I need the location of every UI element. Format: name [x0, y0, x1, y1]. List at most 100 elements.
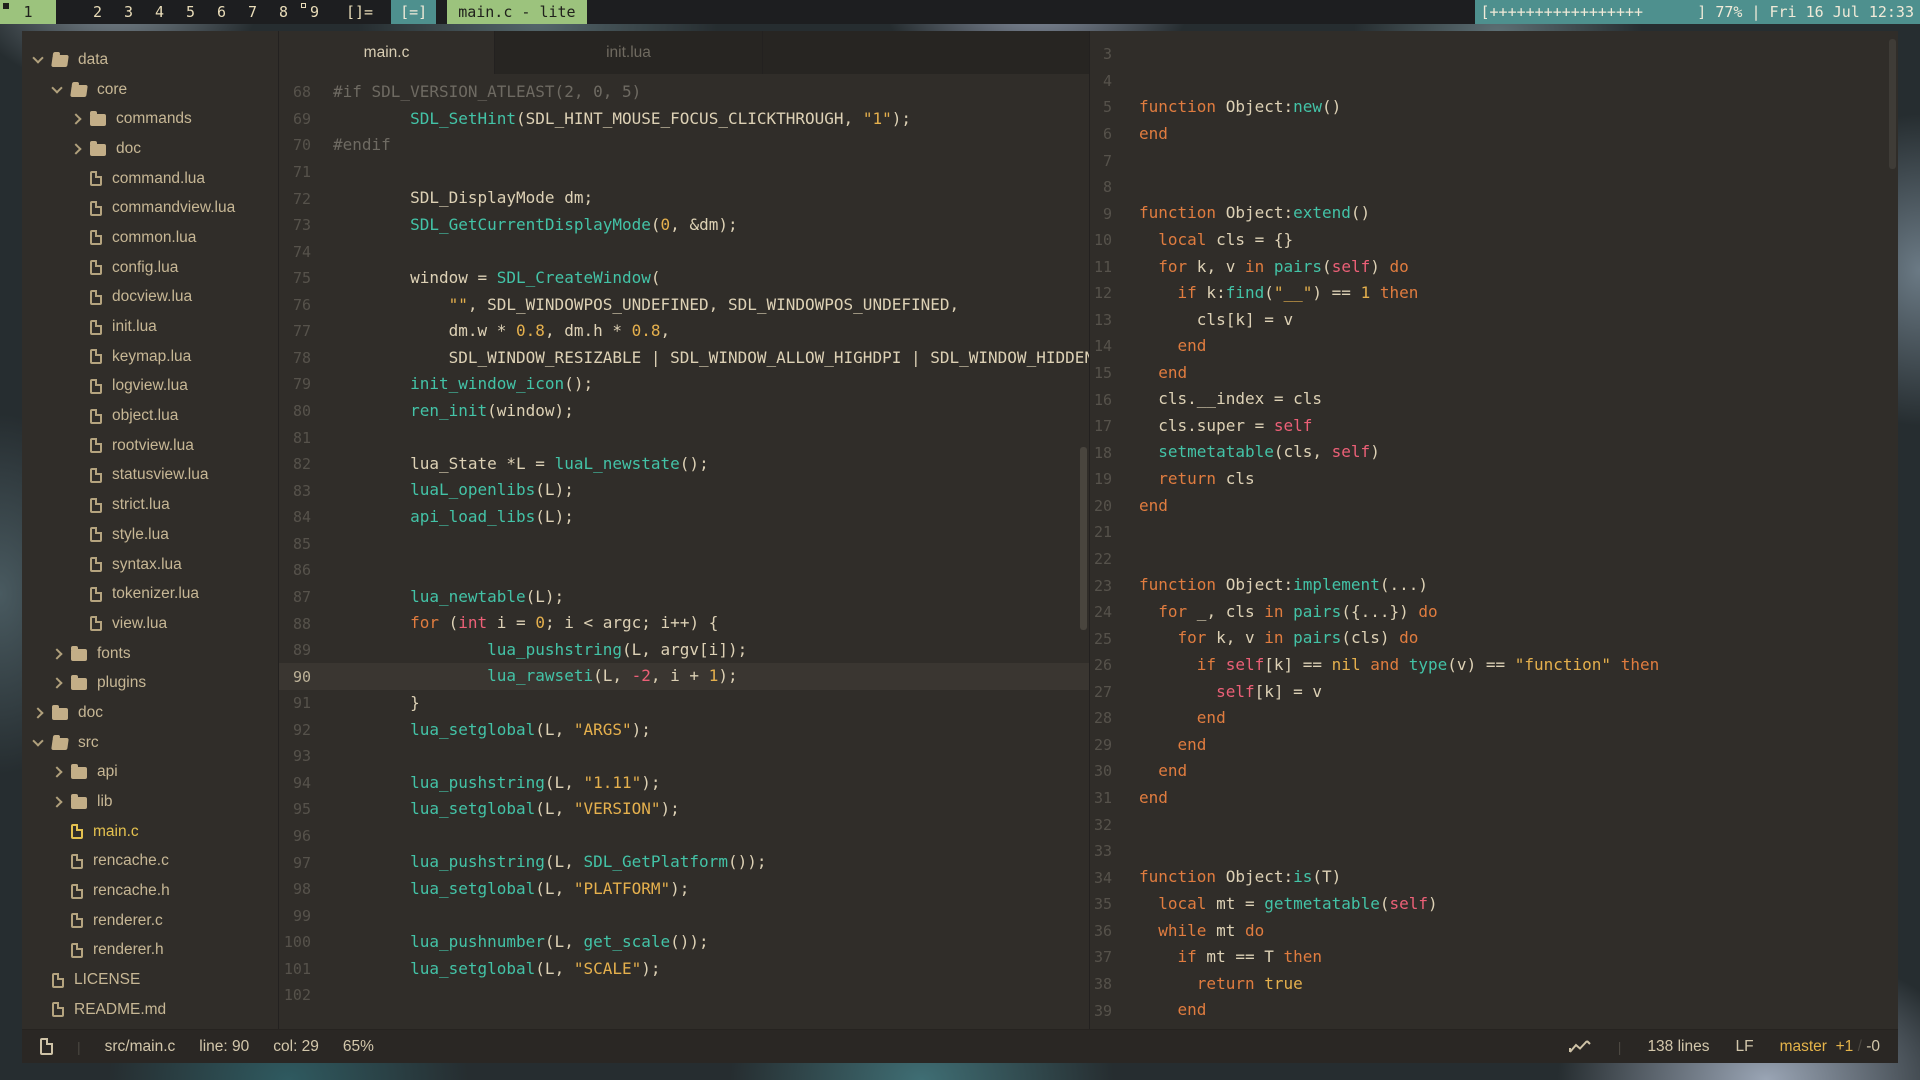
- workspace-tag-9[interactable]: 9: [299, 0, 330, 24]
- code-line-36[interactable]: 36 while mt do: [1090, 918, 1898, 945]
- code-line-31[interactable]: 31end: [1090, 785, 1898, 812]
- code-line-88[interactable]: 88 for (int i = 0; i < argc; i++) {: [279, 610, 1089, 637]
- code-line-34[interactable]: 34function Object:is(T): [1090, 864, 1898, 891]
- code-line-84[interactable]: 84 api_load_libs(L);: [279, 504, 1089, 531]
- status-line-ending[interactable]: LF: [1735, 1038, 1753, 1056]
- code-line-69[interactable]: 69 SDL_SetHint(SDL_HINT_MOUSE_FOCUS_CLIC…: [279, 106, 1089, 133]
- code-line-33[interactable]: 33: [1090, 838, 1898, 865]
- tree-item-syntax.lua[interactable]: syntax.lua: [22, 550, 278, 580]
- code-line-12[interactable]: 12 if k:find("__") == 1 then: [1090, 280, 1898, 307]
- tree-item-README.md[interactable]: README.md: [22, 995, 278, 1025]
- code-line-30[interactable]: 30 end: [1090, 758, 1898, 785]
- tree-item-keymap.lua[interactable]: keymap.lua: [22, 342, 278, 372]
- code-line-39[interactable]: 39 end: [1090, 997, 1898, 1024]
- code-line-5[interactable]: 5function Object:new(): [1090, 94, 1898, 121]
- tab-init.lua[interactable]: init.lua: [495, 31, 763, 74]
- code-line-11[interactable]: 11 for k, v in pairs(self) do: [1090, 254, 1898, 281]
- code-line-102[interactable]: 102: [279, 982, 1089, 1009]
- status-line[interactable]: line: 90: [199, 1038, 249, 1056]
- code-line-28[interactable]: 28 end: [1090, 705, 1898, 732]
- tab-main.c[interactable]: main.c: [279, 31, 495, 74]
- tree-item-src[interactable]: src: [22, 728, 278, 758]
- code-line-27[interactable]: 27 self[k] = v: [1090, 679, 1898, 706]
- tree-item-renderer.h[interactable]: renderer.h: [22, 936, 278, 966]
- code-line-86[interactable]: 86: [279, 557, 1089, 584]
- code-line-82[interactable]: 82 lua_State *L = luaL_newstate();: [279, 451, 1089, 478]
- workspace-tag-4[interactable]: 4: [144, 0, 175, 24]
- code-line-7[interactable]: 7: [1090, 147, 1898, 174]
- tree-item-plugins[interactable]: plugins: [22, 668, 278, 698]
- code-line-20[interactable]: 20end: [1090, 493, 1898, 520]
- code-line-79[interactable]: 79 init_window_icon();: [279, 371, 1089, 398]
- code-line-8[interactable]: 8: [1090, 174, 1898, 201]
- code-line-35[interactable]: 35 local mt = getmetatable(self): [1090, 891, 1898, 918]
- workspace-tag-5[interactable]: 5: [175, 0, 206, 24]
- code-line-90[interactable]: 90 lua_rawseti(L, -2, i + 1);: [279, 663, 1089, 690]
- code-line-99[interactable]: 99: [279, 902, 1089, 929]
- code-line-87[interactable]: 87 lua_newtable(L);: [279, 584, 1089, 611]
- scrollbar-thumb[interactable]: [1080, 447, 1087, 630]
- tree-item-renderer.c[interactable]: renderer.c: [22, 906, 278, 936]
- code-line-13[interactable]: 13 cls[k] = v: [1090, 307, 1898, 334]
- tree-item-rootview.lua[interactable]: rootview.lua: [22, 431, 278, 461]
- tree-item-LICENSE[interactable]: LICENSE: [22, 965, 278, 995]
- code-line-14[interactable]: 14 end: [1090, 333, 1898, 360]
- code-line-16[interactable]: 16 cls.__index = cls: [1090, 386, 1898, 413]
- code-line-83[interactable]: 83 luaL_openlibs(L);: [279, 477, 1089, 504]
- tree-item-core[interactable]: core: [22, 75, 278, 105]
- code-line-72[interactable]: 72 SDL_DisplayMode dm;: [279, 185, 1089, 212]
- tree-item-strict.lua[interactable]: strict.lua: [22, 490, 278, 520]
- code-line-10[interactable]: 10 local cls = {}: [1090, 227, 1898, 254]
- workspace-tag-3[interactable]: 3: [113, 0, 144, 24]
- tree-item-config.lua[interactable]: config.lua: [22, 253, 278, 283]
- tree-item-lib[interactable]: lib: [22, 787, 278, 817]
- code-line-3[interactable]: 3: [1090, 41, 1898, 68]
- code-line-74[interactable]: 74: [279, 238, 1089, 265]
- code-line-101[interactable]: 101 lua_setglobal(L, "SCALE");: [279, 956, 1089, 983]
- tree-item-init.lua[interactable]: init.lua: [22, 312, 278, 342]
- code-line-18[interactable]: 18 setmetatable(cls, self): [1090, 439, 1898, 466]
- tree-item-docview.lua[interactable]: docview.lua: [22, 283, 278, 313]
- code-line-94[interactable]: 94 lua_pushstring(L, "1.11");: [279, 770, 1089, 797]
- status-col[interactable]: col: 29: [273, 1038, 319, 1056]
- tree-item-common.lua[interactable]: common.lua: [22, 223, 278, 253]
- code-line-29[interactable]: 29 end: [1090, 732, 1898, 759]
- code-view-main[interactable]: 68#if SDL_VERSION_ATLEAST(2, 0, 5)69 SDL…: [279, 74, 1089, 1029]
- code-line-9[interactable]: 9function Object:extend(): [1090, 200, 1898, 227]
- focused-layout-symbol[interactable]: [=]: [391, 0, 436, 24]
- code-line-4[interactable]: 4: [1090, 68, 1898, 95]
- status-file-path[interactable]: src/main.c: [105, 1038, 176, 1056]
- code-line-17[interactable]: 17 cls.super = self: [1090, 413, 1898, 440]
- code-line-68[interactable]: 68#if SDL_VERSION_ATLEAST(2, 0, 5): [279, 79, 1089, 106]
- code-line-80[interactable]: 80 ren_init(window);: [279, 398, 1089, 425]
- workspace-tag-1[interactable]: 1: [0, 0, 56, 24]
- tree-item-view.lua[interactable]: view.lua: [22, 609, 278, 639]
- code-line-100[interactable]: 100 lua_pushnumber(L, get_scale());: [279, 929, 1089, 956]
- tree-item-logview.lua[interactable]: logview.lua: [22, 372, 278, 402]
- code-line-15[interactable]: 15 end: [1090, 360, 1898, 387]
- tree-item-rencache.h[interactable]: rencache.h: [22, 876, 278, 906]
- code-line-75[interactable]: 75 window = SDL_CreateWindow(: [279, 265, 1089, 292]
- code-line-70[interactable]: 70#endif: [279, 132, 1089, 159]
- tree-item-main.c[interactable]: main.c: [22, 817, 278, 847]
- workspace-tag-2[interactable]: 2: [82, 0, 113, 24]
- code-line-78[interactable]: 78 SDL_WINDOW_RESIZABLE | SDL_WINDOW_ALL…: [279, 345, 1089, 372]
- code-line-92[interactable]: 92 lua_setglobal(L, "ARGS");: [279, 717, 1089, 744]
- code-line-93[interactable]: 93: [279, 743, 1089, 770]
- workspace-tag-7[interactable]: 7: [237, 0, 268, 24]
- layout-symbol[interactable]: []=: [342, 0, 377, 24]
- code-line-89[interactable]: 89 lua_pushstring(L, argv[i]);: [279, 637, 1089, 664]
- tree-item-api[interactable]: api: [22, 758, 278, 788]
- tree-item-object.lua[interactable]: object.lua: [22, 401, 278, 431]
- code-line-97[interactable]: 97 lua_pushstring(L, SDL_GetPlatform());: [279, 849, 1089, 876]
- code-line-98[interactable]: 98 lua_setglobal(L, "PLATFORM");: [279, 876, 1089, 903]
- code-line-19[interactable]: 19 return cls: [1090, 466, 1898, 493]
- tree-item-commandview.lua[interactable]: commandview.lua: [22, 193, 278, 223]
- scrollbar-thumb[interactable]: [1889, 39, 1896, 169]
- code-line-73[interactable]: 73 SDL_GetCurrentDisplayMode(0, &dm);: [279, 212, 1089, 239]
- code-line-6[interactable]: 6end: [1090, 121, 1898, 148]
- code-line-96[interactable]: 96: [279, 823, 1089, 850]
- tree-item-fonts[interactable]: fonts: [22, 639, 278, 669]
- code-line-26[interactable]: 26 if self[k] == nil and type(v) == "fun…: [1090, 652, 1898, 679]
- code-line-76[interactable]: 76 "", SDL_WINDOWPOS_UNDEFINED, SDL_WIND…: [279, 292, 1089, 319]
